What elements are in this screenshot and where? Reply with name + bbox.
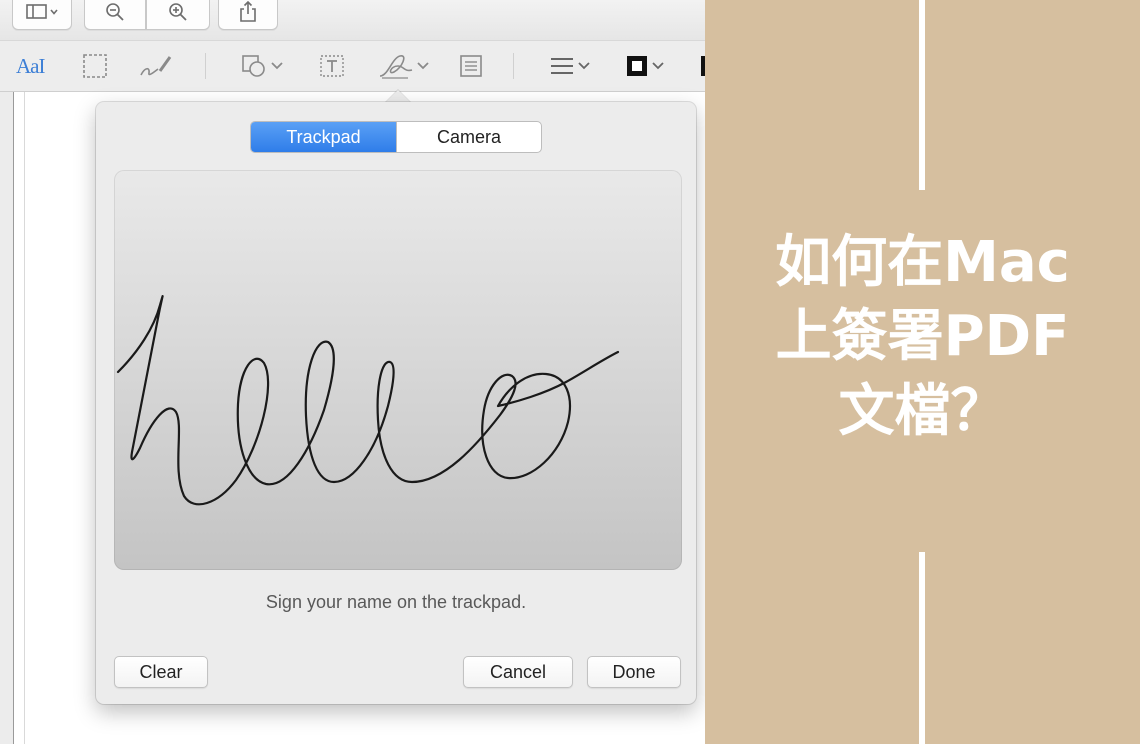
- title-banner: 如何在Mac 上簽署PDF 文檔？: [705, 0, 1140, 744]
- tab-trackpad[interactable]: Trackpad: [251, 122, 396, 152]
- chevron-down-icon: [652, 62, 664, 70]
- signature-hint: Sign your name on the trackpad.: [265, 592, 527, 612]
- sign-icon: [378, 52, 414, 80]
- cancel-button[interactable]: Cancel: [463, 656, 573, 688]
- zoom-in-icon: [167, 2, 189, 22]
- sketch-icon: [138, 53, 174, 79]
- shape-style-button[interactable]: [549, 51, 590, 81]
- share-icon: [238, 1, 258, 23]
- selection-icon: [82, 53, 108, 79]
- text-box-button[interactable]: [318, 51, 346, 81]
- chevron-down-icon: [578, 62, 590, 70]
- preview-window: AaI Trackpad Camera Sign your name on th…: [0, 0, 705, 744]
- sketch-tool-button[interactable]: [138, 51, 174, 81]
- decorative-line-top: [919, 0, 925, 190]
- decorative-line-bottom: [919, 552, 925, 744]
- selection-tool-button[interactable]: [82, 51, 108, 81]
- sign-menu-button[interactable]: [378, 51, 429, 81]
- banner-title-line-2: 上簽署PDF: [775, 304, 1070, 370]
- shapes-icon: [240, 53, 268, 79]
- toolbar-divider: [513, 53, 514, 79]
- note-button[interactable]: [458, 51, 484, 81]
- tab-camera[interactable]: Camera: [396, 122, 541, 152]
- banner-title-line-3: 文檔？: [838, 378, 1007, 444]
- clear-button[interactable]: Clear: [114, 656, 208, 688]
- banner-title-line-1: 如何在Mac: [775, 230, 1070, 295]
- shapes-menu-button[interactable]: [240, 51, 283, 81]
- signature-drawing: [116, 295, 620, 506]
- chevron-down-icon: [271, 62, 283, 70]
- banner-title: 如何在Mac 上簽署PDF 文檔？: [705, 226, 1140, 449]
- main-toolbar: [0, 0, 705, 40]
- markup-toolbar: AaI: [0, 40, 705, 92]
- signature-popover: Trackpad Camera Sign your name on the tr…: [96, 102, 696, 704]
- page-edge: [24, 92, 25, 744]
- note-icon: [458, 53, 484, 79]
- zoom-in-button[interactable]: [146, 0, 210, 30]
- share-button[interactable]: [218, 0, 278, 30]
- signature-pad[interactable]: [114, 170, 682, 570]
- done-button[interactable]: Done: [587, 656, 681, 688]
- toolbar-divider: [205, 53, 206, 79]
- border-color-button[interactable]: [625, 51, 664, 81]
- border-color-icon: [625, 54, 649, 78]
- capture-mode-control: Trackpad Camera: [250, 121, 542, 153]
- text-style-button[interactable]: AaI: [16, 51, 46, 81]
- shape-style-icon: [549, 53, 575, 79]
- zoom-out-icon: [104, 2, 126, 22]
- chevron-down-icon: [417, 62, 429, 70]
- sidebar-icon: [25, 4, 59, 20]
- zoom-out-button[interactable]: [84, 0, 146, 30]
- text-box-icon: [318, 53, 346, 79]
- sidebar-toggle-button[interactable]: [12, 0, 72, 30]
- text-style-label: AaI: [16, 53, 46, 78]
